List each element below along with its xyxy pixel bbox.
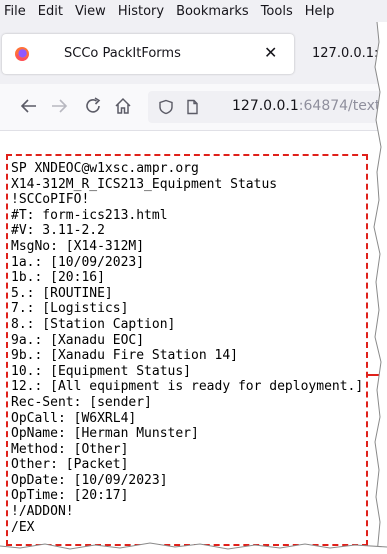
- menu-help[interactable]: Help: [299, 4, 341, 19]
- torn-edge-right: [373, 22, 387, 554]
- message-line: #V: 3.11-2.2: [11, 223, 105, 239]
- menu-bar: File Edit View History Bookmarks Tools H…: [0, 0, 387, 22]
- message-line: OpCall: [W6XRL4]: [11, 410, 137, 426]
- torn-edge-bottom: [0, 542, 387, 554]
- message-line: SP XNDEOC@w1xsc.ampr.org: [11, 161, 199, 176]
- menu-bookmarks[interactable]: Bookmarks: [170, 4, 255, 19]
- message-line: 7.: [Logistics]: [11, 301, 129, 317]
- message-line: 9a.: [Xanadu EOC]: [11, 332, 145, 348]
- message-line: 12.: [All equipment is ready for deploym…: [11, 379, 364, 395]
- message-line: !SCCoPIFO!: [11, 192, 90, 208]
- firefox-icon: [15, 47, 29, 61]
- message-line: 10.: [Equipment Status]: [11, 363, 192, 379]
- message-line: X14-312M_R_ICS213_Equipment Status: [11, 176, 278, 192]
- message-line: OpName: [Herman Munster]: [11, 426, 199, 442]
- message-line: OpDate: [10/09/2023]: [11, 472, 168, 488]
- message-line: 5.: [ROUTINE]: [11, 285, 113, 301]
- message-line: /EX: [11, 519, 35, 535]
- message-text: SP XNDEOC@w1xsc.ampr.org X14-312M_R_ICS21…: [11, 161, 363, 535]
- message-line: !/ADDON!: [11, 504, 74, 520]
- menu-history[interactable]: History: [112, 4, 170, 19]
- back-arrow-icon[interactable]: [18, 95, 40, 117]
- url-text[interactable]: 127.0.0.1:64874/text-24/: [232, 98, 387, 114]
- message-line: OpTime: [20:17]: [11, 488, 129, 504]
- menu-edit[interactable]: Edit: [32, 4, 69, 19]
- tracking-shield-icon[interactable]: [158, 99, 174, 115]
- menu-tools[interactable]: Tools: [255, 4, 299, 19]
- message-line: 1b.: [20:16]: [11, 270, 105, 286]
- tab-scco-packitforms[interactable]: SCCo PackItForms ✕: [2, 34, 294, 74]
- message-line: Other: [Packet]: [11, 457, 129, 473]
- message-line: 8.: [Station Caption]: [11, 316, 176, 332]
- message-line: 1a.: [10/09/2023]: [11, 254, 145, 270]
- browser-window: File Edit View History Bookmarks Tools H…: [0, 0, 387, 554]
- reload-icon[interactable]: [82, 95, 104, 117]
- message-line: #T: form-ics213.html: [11, 207, 168, 223]
- forward-arrow-icon[interactable]: [48, 95, 70, 117]
- tab-strip: SCCo PackItForms ✕ 127.0.0.1:64874/tex: [0, 22, 387, 84]
- message-line: Method: [Other]: [11, 441, 129, 457]
- close-icon[interactable]: ✕: [264, 44, 277, 62]
- page-icon[interactable]: [184, 99, 200, 115]
- home-icon[interactable]: [112, 95, 134, 117]
- url-host: 127.0.0.1: [232, 98, 299, 114]
- tab-title: SCCo PackItForms: [64, 46, 181, 61]
- message-line: 9b.: [Xanadu Fire Station 14]: [11, 348, 238, 364]
- message-line: MsgNo: [X14-312M]: [11, 238, 145, 254]
- menu-file[interactable]: File: [0, 4, 32, 19]
- message-line: Rec-Sent: [sender]: [11, 394, 152, 410]
- menu-view[interactable]: View: [69, 4, 112, 19]
